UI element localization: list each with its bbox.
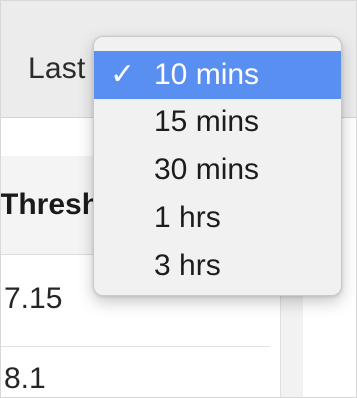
time-range-select[interactable]: Last bbox=[28, 52, 86, 86]
menu-item-label: 1 hrs bbox=[154, 201, 221, 234]
time-range-label: Last bbox=[28, 52, 86, 85]
checkmark-icon: ✓ bbox=[110, 58, 136, 91]
row-divider bbox=[0, 346, 270, 347]
menu-item-1-hrs[interactable]: 1 hrs bbox=[94, 194, 341, 242]
menu-item-label: 30 mins bbox=[154, 153, 260, 186]
time-range-dropdown-menu: ✓ 10 mins 15 mins 30 mins 1 hrs 3 hrs bbox=[93, 36, 342, 296]
menu-item-label: 15 mins bbox=[154, 105, 260, 138]
table-cell-threshold: 7.15 bbox=[4, 282, 63, 315]
menu-item-label: 10 mins bbox=[154, 58, 260, 91]
table-cell-threshold: 8.1 bbox=[4, 362, 46, 395]
column-header-label: Thresh bbox=[0, 188, 101, 221]
menu-item-15-mins[interactable]: 15 mins bbox=[94, 98, 341, 146]
menu-item-label: 3 hrs bbox=[154, 249, 221, 282]
menu-item-10-mins[interactable]: ✓ 10 mins bbox=[94, 51, 341, 99]
menu-item-3-hrs[interactable]: 3 hrs bbox=[94, 242, 341, 290]
menu-item-30-mins[interactable]: 30 mins bbox=[94, 146, 341, 194]
